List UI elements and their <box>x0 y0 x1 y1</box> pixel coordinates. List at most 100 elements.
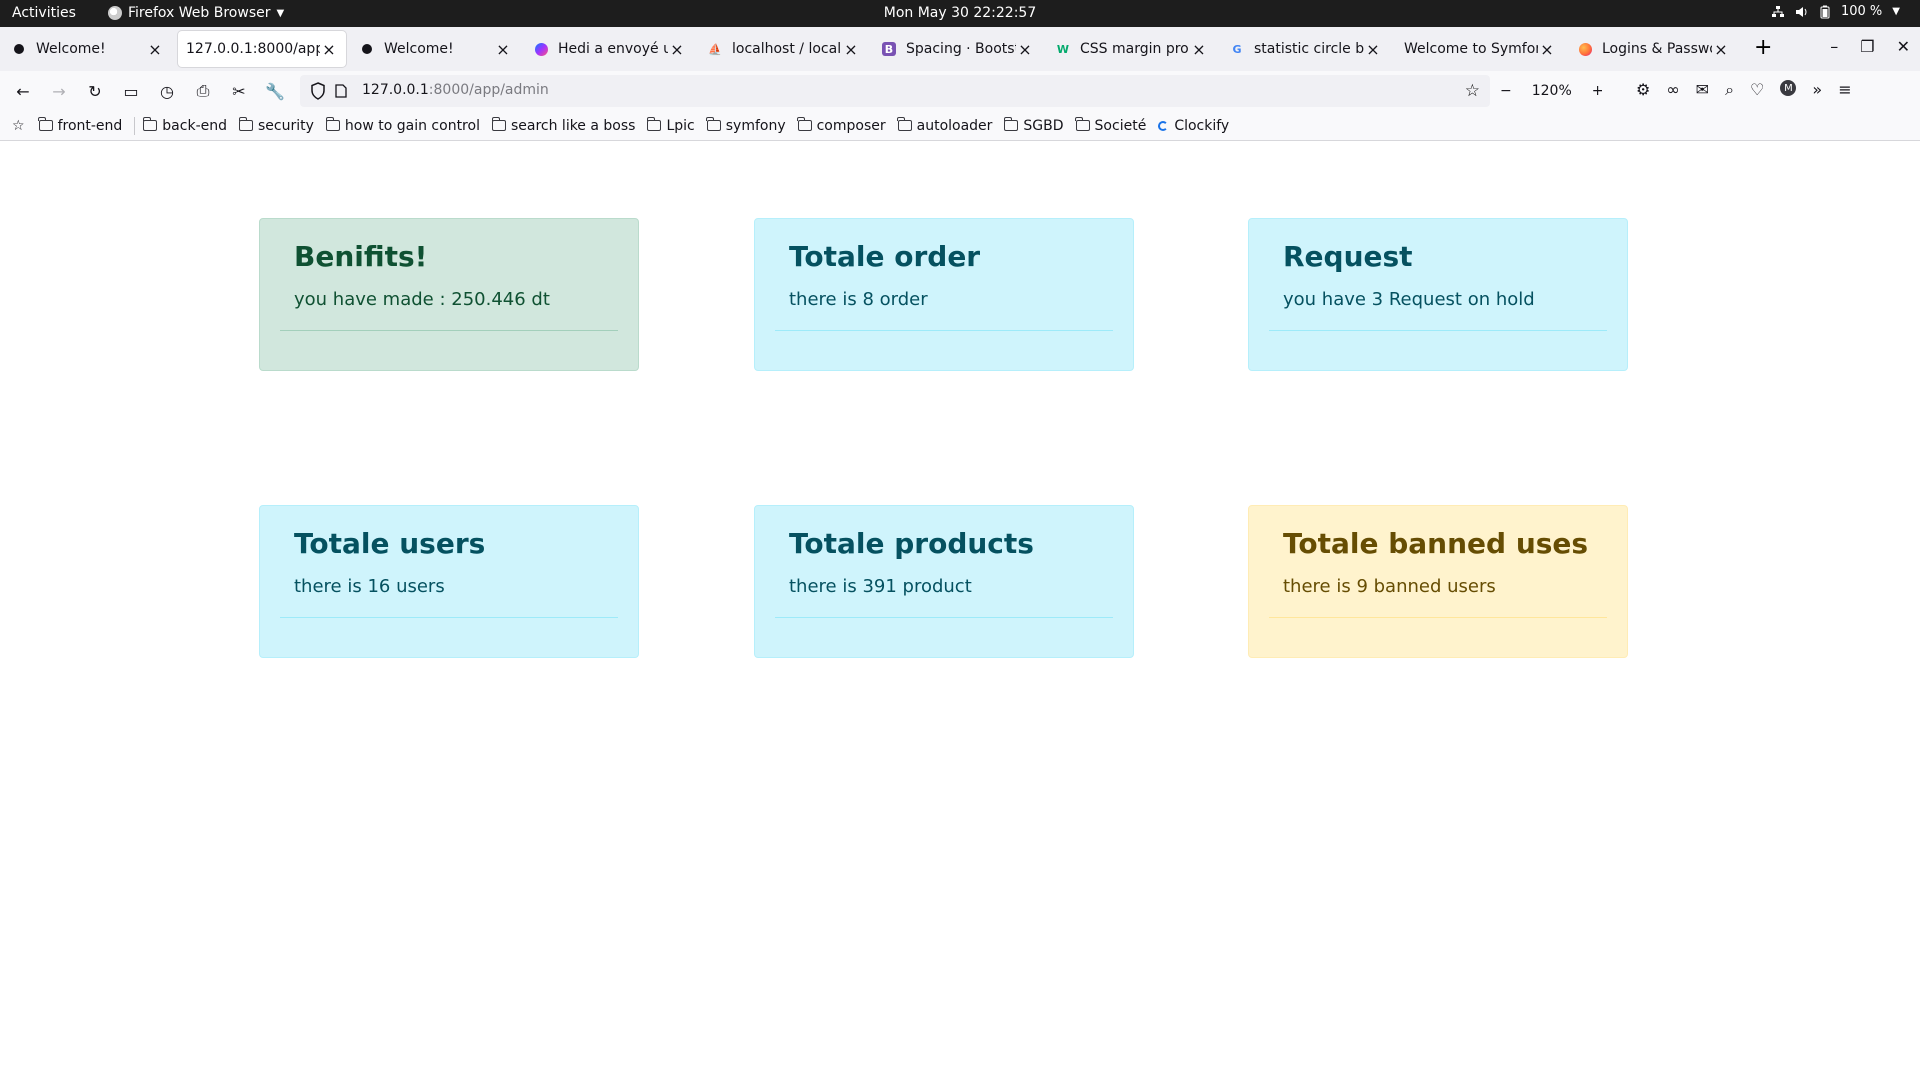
tab-logins[interactable]: Logins & Passwords × <box>1570 31 1738 67</box>
card-text: there is 8 order <box>789 289 928 310</box>
print-icon[interactable]: ⎙ <box>193 81 213 101</box>
back-arrow-icon[interactable]: ← <box>13 81 33 101</box>
close-tab-icon[interactable]: × <box>668 40 686 59</box>
folder-icon <box>38 117 53 131</box>
zoom-in-button[interactable]: + <box>1592 83 1604 99</box>
history-icon[interactable]: ◷ <box>157 81 177 101</box>
forward-arrow-icon[interactable]: → <box>49 81 69 101</box>
url-text[interactable]: 127.0.0.1:8000/app/admin <box>362 82 549 98</box>
folder-icon <box>238 117 253 131</box>
tab-title: Hedi a envoyé un message <box>558 41 668 57</box>
app-menu[interactable]: Firefox Web Browser ▼ <box>108 5 284 21</box>
bookmark-link[interactable]: Clockify <box>1158 118 1229 134</box>
divider <box>775 617 1113 618</box>
account-icon[interactable]: M <box>1780 80 1797 96</box>
toolbar-extensions: ⚙ ∞ ✉ ⌕ ♡ M » ≡ <box>1636 80 1852 100</box>
app-name: Firefox Web Browser <box>128 5 271 21</box>
tab-title: Logins & Passwords <box>1602 41 1712 57</box>
close-tab-icon[interactable]: × <box>320 40 338 59</box>
tab-title: Welcome! <box>384 41 454 57</box>
settings-gear-icon[interactable]: ⚙ <box>1636 80 1650 100</box>
bookmark-folder[interactable]: how to gain control <box>325 117 480 134</box>
screenshot-icon[interactable]: ✂ <box>229 81 249 101</box>
hamburger-menu-icon[interactable]: ≡ <box>1838 80 1851 100</box>
sidebar-icon[interactable]: ▭ <box>121 81 141 101</box>
pocket-icon[interactable]: ♡ <box>1750 80 1764 100</box>
battery-level: 100 % <box>1840 4 1883 19</box>
activities-button[interactable]: Activities <box>12 5 76 21</box>
bookmark-folder[interactable]: Lpic <box>647 117 695 134</box>
system-menu[interactable]: 100 % ▼ <box>1771 4 1900 19</box>
restore-icon[interactable]: ❐ <box>1860 37 1874 56</box>
bookmark-label: front-end <box>57 117 123 134</box>
tab-title: Welcome! <box>36 41 106 57</box>
bookmark-folder[interactable]: search like a boss <box>491 117 635 134</box>
close-tab-icon[interactable]: × <box>146 40 164 59</box>
bookmark-folder[interactable]: SGBD <box>1004 117 1064 134</box>
close-tab-icon[interactable]: × <box>494 40 512 59</box>
zoom-controls: − 120% + <box>1500 75 1604 107</box>
bookmark-folder[interactable]: back-end <box>142 117 227 134</box>
bookmark-folder[interactable]: security <box>238 117 314 134</box>
close-tab-icon[interactable]: × <box>1364 40 1382 59</box>
bookmark-folder[interactable]: composer <box>797 117 886 134</box>
card-title: Totale users <box>294 527 486 560</box>
minimize-icon[interactable]: – <box>1830 37 1838 56</box>
close-tab-icon[interactable]: × <box>842 40 860 59</box>
bookmark-folder[interactable]: symfony <box>706 117 786 134</box>
clock[interactable]: Mon May 30 22:22:57 <box>884 5 1037 21</box>
tab-welcome-2[interactable]: Welcome! × <box>352 31 520 67</box>
tab-welcome-1[interactable]: Welcome! × <box>4 31 172 67</box>
search-icon[interactable]: ⌕ <box>1725 80 1734 100</box>
reload-icon[interactable]: ↻ <box>85 81 105 101</box>
wrench-icon[interactable]: 🔧 <box>265 81 285 101</box>
bookmark-label: Clockify <box>1174 117 1230 134</box>
stat-card-orders: Totale order there is 8 order <box>754 218 1134 371</box>
mask-icon[interactable]: ∞ <box>1666 80 1679 100</box>
shield-icon[interactable] <box>310 82 326 100</box>
tab-title: Welcome to Symfony <box>1404 41 1538 57</box>
dot-icon <box>12 42 26 56</box>
overflow-chevron-icon[interactable]: » <box>1812 80 1822 100</box>
close-window-icon[interactable]: ✕ <box>1897 37 1910 56</box>
other-bookmarks-icon[interactable]: ☆ <box>12 118 25 134</box>
tab-symfony[interactable]: Welcome to Symfony × <box>1396 31 1564 67</box>
close-tab-icon[interactable]: × <box>1190 40 1208 59</box>
volume-icon <box>1795 6 1807 17</box>
tab-messenger[interactable]: Hedi a envoyé un message × <box>526 31 694 67</box>
zoom-level[interactable]: 120% <box>1526 83 1578 99</box>
bookmark-folder[interactable]: front-end <box>38 117 123 134</box>
tab-google-search[interactable]: G statistic circle bootstrap × <box>1222 31 1390 67</box>
url-bar[interactable]: 127.0.0.1:8000/app/admin ☆ <box>300 75 1490 107</box>
tab-phpmyadmin[interactable]: ⛵ localhost / localhost × <box>700 31 868 67</box>
bookmark-label: how to gain control <box>344 117 480 134</box>
tab-css-margin[interactable]: W CSS margin property × <box>1048 31 1216 67</box>
zoom-out-button[interactable]: − <box>1500 83 1512 99</box>
google-icon: G <box>1232 42 1242 56</box>
folder-icon <box>897 117 912 131</box>
window-controls: – ❐ ✕ <box>1830 37 1910 56</box>
card-text: there is 9 banned users <box>1283 576 1496 597</box>
bookmark-folder[interactable]: Societé <box>1075 117 1147 134</box>
firefox-icon <box>108 6 122 20</box>
card-text: you have made : 250.446 dt <box>294 289 550 310</box>
close-tab-icon[interactable]: × <box>1538 40 1556 59</box>
tab-admin[interactable]: 127.0.0.1:8000/app/admin × <box>178 31 346 67</box>
bookmark-folder[interactable]: autoloader <box>897 117 992 134</box>
separator <box>134 116 136 135</box>
divider <box>1269 330 1607 331</box>
page-content: Benifits! you have made : 250.446 dt Tot… <box>0 141 1920 1080</box>
network-icon <box>1771 5 1784 17</box>
page-icon <box>335 84 347 98</box>
bookmark-label: Societé <box>1094 117 1147 134</box>
divider <box>280 617 618 618</box>
bookmark-label: Lpic <box>666 117 695 134</box>
close-tab-icon[interactable]: × <box>1016 40 1034 59</box>
tab-bootstrap-spacing[interactable]: B Spacing · Bootstrap × <box>874 31 1042 67</box>
caret-down-icon: ▼ <box>1892 6 1900 17</box>
bookmark-star-icon[interactable]: ☆ <box>1465 81 1480 101</box>
mail-icon[interactable]: ✉ <box>1696 80 1709 100</box>
new-tab-button[interactable]: + <box>1754 37 1772 59</box>
close-tab-icon[interactable]: × <box>1712 40 1730 59</box>
divider <box>1269 617 1607 618</box>
